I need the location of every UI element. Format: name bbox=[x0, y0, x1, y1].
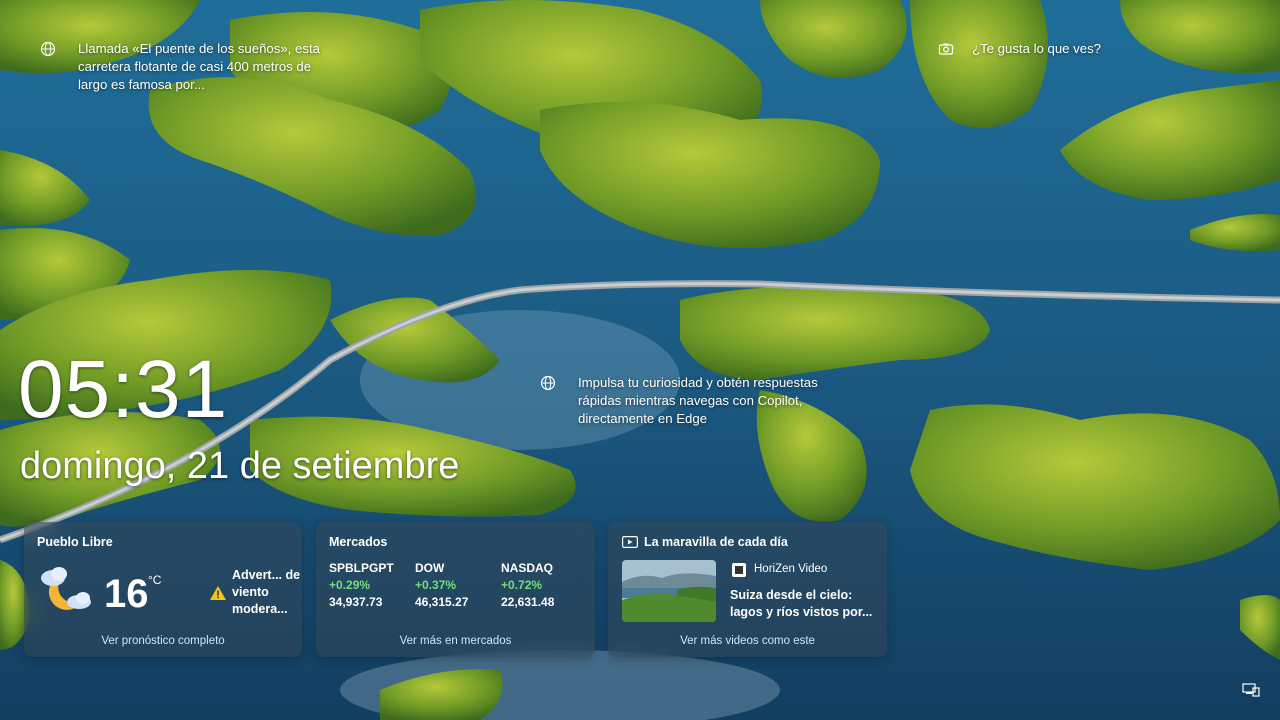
copilot-tip-text: Impulsa tu curiosidad y obtén respuestas… bbox=[578, 375, 818, 426]
markets-more-link[interactable]: Ver más en mercados bbox=[316, 635, 595, 647]
video-more-link[interactable]: Ver más videos como este bbox=[608, 635, 887, 647]
video-thumbnail[interactable] bbox=[622, 560, 716, 622]
like-prompt-label: ¿Te gusta lo que ves? bbox=[972, 41, 1102, 56]
video-card-title: La maravilla de cada día bbox=[644, 535, 788, 549]
globe-icon bbox=[40, 41, 56, 57]
video-headline[interactable]: Suiza desde el cielo: lagos y ríos visto… bbox=[730, 587, 880, 621]
market-change: +0.29% bbox=[329, 578, 371, 592]
network-icon[interactable] bbox=[1242, 683, 1260, 697]
copilot-tip[interactable]: Impulsa tu curiosidad y obtén respuestas… bbox=[540, 374, 848, 428]
market-name: SPBLPGPT bbox=[329, 561, 394, 575]
weather-card[interactable]: Pueblo Libre 16 °C Advert... de viento m… bbox=[24, 522, 302, 657]
partly-cloudy-night-icon bbox=[41, 567, 91, 610]
market-name: DOW bbox=[415, 561, 445, 575]
clock-date: domingo, 21 de setiembre bbox=[20, 445, 460, 487]
video-source: HoriZen Video bbox=[754, 563, 828, 575]
video-icon bbox=[622, 536, 638, 548]
weather-alert[interactable]: Advert... de viento modera... bbox=[232, 567, 302, 618]
spotlight-info[interactable]: Llamada «El puente de los sueños», esta … bbox=[40, 40, 334, 94]
horizen-logo bbox=[732, 563, 746, 577]
market-change: +0.72% bbox=[501, 578, 543, 592]
market-name: NASDAQ bbox=[501, 561, 554, 575]
market-value: 22,631.48 bbox=[501, 595, 555, 609]
weather-temperature: 16 bbox=[104, 572, 149, 616]
markets-title: Mercados bbox=[329, 535, 388, 549]
weather-forecast-link[interactable]: Ver pronóstico completo bbox=[24, 635, 302, 647]
weather-location: Pueblo Libre bbox=[37, 535, 113, 549]
market-item[interactable]: DOW +0.37% 46,315.27 bbox=[415, 560, 505, 610]
market-change: +0.37% bbox=[415, 578, 457, 592]
market-value: 34,937.73 bbox=[329, 595, 383, 609]
weather-unit: °C bbox=[148, 573, 162, 587]
camera-icon bbox=[938, 43, 954, 55]
clock-time: 05:31 bbox=[18, 344, 229, 435]
market-item[interactable]: SPBLPGPT +0.29% 34,937.73 bbox=[329, 560, 419, 610]
globe-icon bbox=[540, 375, 556, 391]
warning-icon bbox=[210, 586, 226, 600]
market-item[interactable]: NASDAQ +0.72% 22,631.48 bbox=[501, 560, 591, 610]
like-prompt[interactable]: ¿Te gusta lo que ves? bbox=[938, 40, 1101, 58]
video-card[interactable]: La maravilla de cada día HoriZen Video S… bbox=[608, 522, 887, 657]
markets-card[interactable]: Mercados SPBLPGPT +0.29% 34,937.73 DOW +… bbox=[316, 522, 595, 657]
market-value: 46,315.27 bbox=[415, 595, 469, 609]
spotlight-description: Llamada «El puente de los sueños», esta … bbox=[78, 41, 320, 92]
